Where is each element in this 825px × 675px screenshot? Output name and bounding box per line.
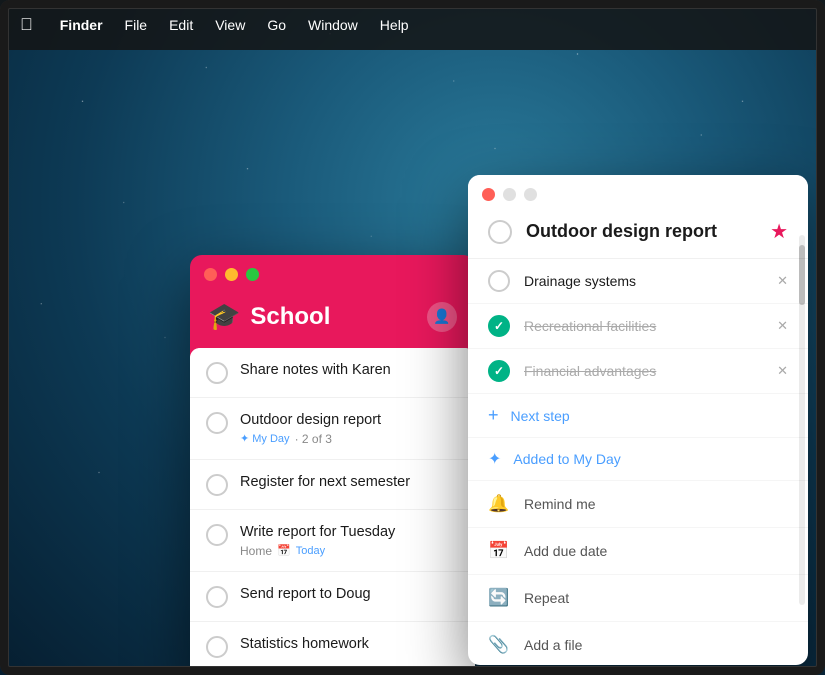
- task-title: Register for next semester: [240, 473, 459, 492]
- myday-row[interactable]: ✦ Added to My Day: [468, 438, 808, 481]
- menu-bar:  Finder File Edit View Go Window Help: [0, 0, 825, 50]
- school-emoji: 🎓: [208, 301, 240, 332]
- task-checkbox[interactable]: [206, 474, 228, 496]
- subtask-label-completed: Recreational facilities: [524, 318, 763, 334]
- bell-icon: 🔔: [488, 494, 510, 514]
- remind-me-row[interactable]: 🔔 Remind me: [468, 481, 808, 528]
- school-title-group: 🎓 School: [208, 301, 330, 332]
- finder-menu[interactable]: Finder: [60, 17, 103, 33]
- task-register[interactable]: Register for next semester: [190, 460, 475, 510]
- school-window: 🎓 School 👤 Share notes with Karen Outdoo…: [190, 255, 475, 675]
- calendar-icon: 📅: [277, 544, 291, 557]
- task-title: Write report for Tuesday: [240, 523, 459, 542]
- checkmark-icon: ✓: [494, 319, 504, 333]
- add-step-row[interactable]: + Next step: [468, 394, 808, 438]
- add-file-label: Add a file: [524, 637, 582, 653]
- task-checkbox[interactable]: [206, 362, 228, 384]
- task-home-label: Home: [240, 544, 272, 558]
- subtask-label-completed: Financial advantages: [524, 363, 763, 379]
- maximize-button[interactable]: [246, 268, 259, 281]
- subtask-list: Drainage systems ✕ ✓ Recreational facili…: [468, 259, 808, 665]
- scrollbar[interactable]: [799, 235, 805, 605]
- task-subtitle: ✦ My Day · 2 of 3: [240, 432, 459, 446]
- subtask-checkbox-completed[interactable]: ✓: [488, 360, 510, 382]
- remind-me-label: Remind me: [524, 496, 596, 512]
- detail-titlebar: [468, 175, 808, 213]
- go-menu[interactable]: Go: [267, 17, 286, 33]
- add-file-row[interactable]: 📎 Add a file: [468, 622, 808, 665]
- detail-task-checkbox[interactable]: [488, 220, 512, 244]
- close-button[interactable]: [204, 268, 217, 281]
- paperclip-icon: 📎: [488, 635, 510, 655]
- window-menu[interactable]: Window: [308, 17, 358, 33]
- subtask-label: Drainage systems: [524, 273, 763, 289]
- person-share-icon: 👤: [433, 308, 450, 325]
- subtask-close-icon[interactable]: ✕: [777, 318, 788, 334]
- apple-menu[interactable]: : [20, 15, 33, 35]
- due-date-label: Add due date: [524, 543, 607, 559]
- task-checkbox[interactable]: [206, 636, 228, 658]
- task-share-notes[interactable]: Share notes with Karen: [190, 348, 475, 398]
- scrollbar-thumb[interactable]: [799, 245, 805, 305]
- repeat-label: Repeat: [524, 590, 569, 606]
- subtask-drainage[interactable]: Drainage systems ✕: [468, 259, 808, 304]
- view-menu[interactable]: View: [215, 17, 245, 33]
- edit-menu[interactable]: Edit: [169, 17, 193, 33]
- due-date-row[interactable]: 📅 Add due date: [468, 528, 808, 575]
- task-statistics[interactable]: Statistics homework: [190, 622, 475, 672]
- sun-icon: ✦: [488, 449, 501, 469]
- share-button[interactable]: 👤: [427, 302, 457, 332]
- school-header: 🎓 School 👤: [190, 293, 475, 348]
- detail-maximize-button[interactable]: [524, 188, 537, 201]
- task-content: Write report for Tuesday Home 📅 Today: [240, 523, 459, 558]
- task-title: Send report to Doug: [240, 585, 459, 604]
- task-content: Statistics homework: [240, 635, 459, 654]
- school-titlebar: [190, 255, 475, 293]
- task-title: Statistics homework: [240, 635, 459, 654]
- school-title: School: [250, 303, 330, 331]
- subtask-checkbox-completed[interactable]: ✓: [488, 315, 510, 337]
- subtask-checkbox[interactable]: [488, 270, 510, 292]
- task-checkbox[interactable]: [206, 524, 228, 546]
- checkmark-icon: ✓: [494, 364, 504, 378]
- repeat-icon: 🔄: [488, 588, 510, 608]
- task-content: Send report to Doug: [240, 585, 459, 604]
- detail-minimize-button[interactable]: [503, 188, 516, 201]
- help-menu[interactable]: Help: [380, 17, 409, 33]
- task-title: Outdoor design report: [240, 411, 459, 430]
- subtask-financial[interactable]: ✓ Financial advantages ✕: [468, 349, 808, 394]
- file-menu[interactable]: File: [125, 17, 148, 33]
- task-write-report[interactable]: Write report for Tuesday Home 📅 Today: [190, 510, 475, 572]
- star-icon[interactable]: ★: [770, 219, 788, 244]
- detail-task-title: Outdoor design report: [526, 221, 756, 242]
- task-subtitle: Home 📅 Today: [240, 544, 459, 558]
- task-send-report[interactable]: Send report to Doug: [190, 572, 475, 622]
- task-title: Share notes with Karen: [240, 361, 459, 380]
- task-checkbox[interactable]: [206, 412, 228, 434]
- detail-header: Outdoor design report ★: [468, 213, 808, 259]
- task-outdoor-design[interactable]: Outdoor design report ✦ My Day · 2 of 3: [190, 398, 475, 460]
- today-badge: Today: [296, 545, 325, 557]
- subtask-close-icon[interactable]: ✕: [777, 363, 788, 379]
- school-task-list: Share notes with Karen Outdoor design re…: [190, 348, 475, 675]
- desktop:  Finder File Edit View Go Window Help 🎓…: [0, 0, 825, 675]
- plus-icon: +: [488, 405, 499, 426]
- task-content: Outdoor design report ✦ My Day · 2 of 3: [240, 411, 459, 446]
- myday-badge: ✦ My Day: [240, 432, 290, 445]
- subtask-recreational[interactable]: ✓ Recreational facilities ✕: [468, 304, 808, 349]
- minimize-button[interactable]: [225, 268, 238, 281]
- task-checkbox[interactable]: [206, 586, 228, 608]
- add-step-label: Next step: [511, 408, 570, 424]
- repeat-row[interactable]: 🔄 Repeat: [468, 575, 808, 622]
- task-count: · 2 of 3: [295, 432, 332, 446]
- calendar-icon: 📅: [488, 541, 510, 561]
- detail-close-button[interactable]: [482, 188, 495, 201]
- task-content: Share notes with Karen: [240, 361, 459, 380]
- subtask-close-icon[interactable]: ✕: [777, 273, 788, 289]
- myday-label: Added to My Day: [513, 451, 620, 467]
- detail-window: Outdoor design report ★ Drainage systems…: [468, 175, 808, 665]
- task-content: Register for next semester: [240, 473, 459, 492]
